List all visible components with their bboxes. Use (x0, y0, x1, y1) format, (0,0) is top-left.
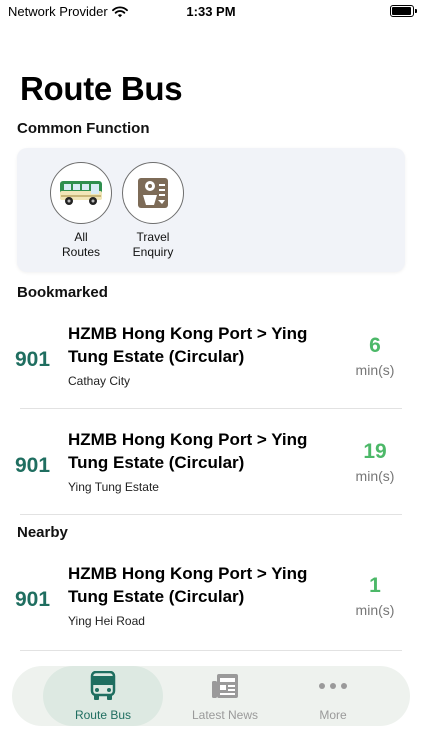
route-eta-unit: min(s) (355, 362, 395, 378)
route-number: 901 (15, 588, 51, 611)
bookmarked-route-row[interactable]: 901 HZMB Hong Kong Port > Ying Tung Esta… (0, 312, 422, 416)
all-routes-label: All Routes (61, 230, 101, 259)
route-number: 901 (15, 348, 51, 371)
route-destination: HZMB Hong Kong Port > Ying Tung Estate (… (68, 324, 308, 366)
more-icon (319, 683, 347, 689)
route-destination: HZMB Hong Kong Port > Ying Tung Estate (… (68, 430, 308, 472)
route-stop: Cathay City (68, 374, 131, 388)
page-title: Route Bus (20, 70, 183, 107)
battery-level (392, 7, 411, 15)
route-destination: HZMB Hong Kong Port > Ying Tung Estate (… (68, 564, 308, 606)
route-eta-unit: min(s) (355, 602, 395, 618)
all-routes-button[interactable]: All Routes (41, 162, 121, 260)
tab-label: Latest News (191, 708, 259, 722)
route-stop: Ying Tung Estate (68, 480, 159, 494)
tab-route-bus[interactable]: Route Bus (43, 666, 163, 726)
row-divider (20, 514, 402, 515)
route-stop: Ying Hei Road (68, 614, 145, 628)
row-divider (20, 408, 402, 409)
bookmarked-route-row[interactable]: 901 HZMB Hong Kong Port > Ying Tung Esta… (0, 418, 422, 522)
all-routes-icon-circle (50, 162, 112, 224)
tab-label: More (319, 708, 347, 722)
travel-enquiry-icon-circle (122, 162, 184, 224)
battery-icon (390, 5, 417, 17)
row-divider (20, 650, 402, 651)
tab-more[interactable]: More (273, 666, 393, 726)
bookmarked-heading: Bookmarked (17, 284, 108, 301)
newspaper-icon (212, 674, 238, 698)
tab-latest-news[interactable]: Latest News (165, 666, 285, 726)
common-function-card: All Routes Travel Enquiry (17, 148, 405, 272)
travel-enquiry-label: Travel Enquiry (132, 230, 174, 259)
wifi-icon (111, 5, 128, 17)
nearby-heading: Nearby (17, 524, 68, 541)
travel-enquiry-icon (138, 178, 168, 208)
status-bar: Network Provider 1:33 PM (0, 0, 422, 24)
route-number: 901 (15, 454, 51, 477)
carrier-info: Network Provider (8, 4, 128, 19)
tab-label: Route Bus (74, 708, 132, 722)
nearby-route-row[interactable]: 901 HZMB Hong Kong Port > Ying Tung Esta… (0, 552, 422, 656)
minibus-icon (60, 181, 102, 205)
bus-icon (90, 671, 116, 700)
travel-enquiry-button[interactable]: Travel Enquiry (113, 162, 193, 260)
route-eta: 6 (369, 334, 381, 357)
route-eta: 19 (363, 440, 387, 463)
route-eta: 1 (369, 574, 381, 597)
tab-bar: Route Bus Latest News More (12, 666, 410, 726)
common-function-heading: Common Function (17, 120, 150, 137)
route-eta-unit: min(s) (355, 468, 395, 484)
carrier-name: Network Provider (8, 4, 108, 19)
